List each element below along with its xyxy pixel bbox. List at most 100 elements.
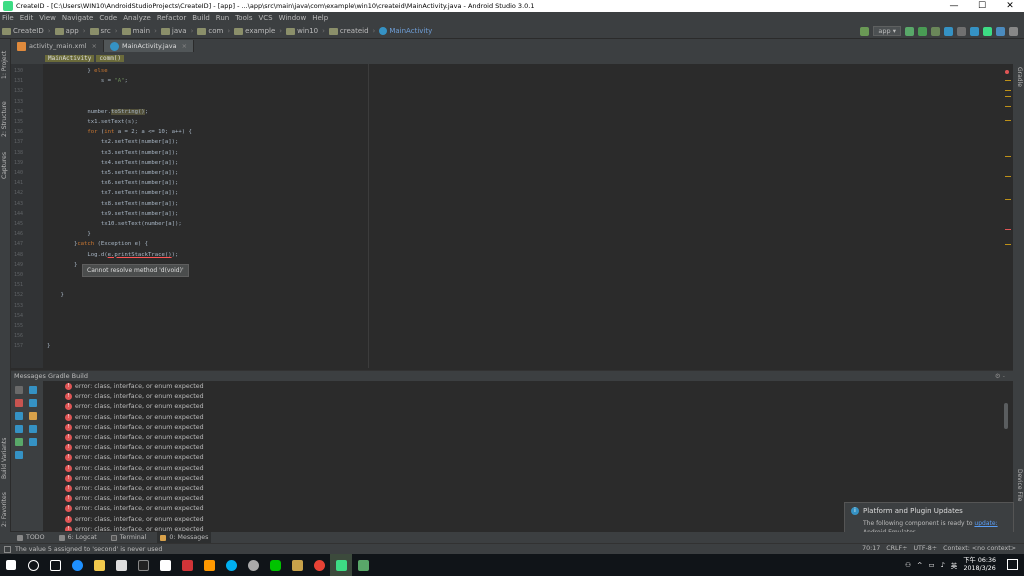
warning-mark[interactable]: [1005, 244, 1011, 245]
tab-terminal[interactable]: Terminal: [108, 532, 150, 543]
start-button[interactable]: [0, 554, 22, 576]
line-number[interactable]: 137: [14, 139, 23, 145]
search-icon[interactable]: [1009, 26, 1018, 36]
menu-view[interactable]: View: [39, 14, 56, 22]
tab-messages[interactable]: 0: Messages: [157, 532, 212, 543]
make-project-icon[interactable]: [860, 26, 870, 36]
crumb-java[interactable]: java ›: [160, 27, 193, 35]
line-number[interactable]: 135: [14, 119, 23, 125]
line-number[interactable]: 133: [14, 99, 23, 105]
run-configuration-select[interactable]: app ▾: [873, 26, 901, 36]
line-number[interactable]: 130: [14, 68, 23, 74]
menu-file[interactable]: File: [2, 14, 14, 22]
line-number[interactable]: 141: [14, 180, 23, 186]
taskbar-sublime[interactable]: [198, 554, 220, 576]
error-indicator-icon[interactable]: [1005, 70, 1009, 74]
menu-help[interactable]: Help: [312, 14, 328, 22]
message-row[interactable]: ! error: class, interface, or enum expect…: [65, 495, 204, 503]
taskbar-chrome[interactable]: [308, 554, 330, 576]
task-view-button[interactable]: [44, 554, 66, 576]
close-button[interactable]: ✕: [996, 1, 1024, 11]
menu-analyze[interactable]: Analyze: [123, 14, 151, 22]
line-number[interactable]: 157: [14, 343, 23, 349]
crumb-mainactivity[interactable]: MainActivity: [379, 27, 432, 35]
close-icon[interactable]: ×: [182, 42, 187, 50]
line-number[interactable]: 136: [14, 129, 23, 135]
taskbar-edge[interactable]: [66, 554, 88, 576]
line-number[interactable]: 154: [14, 313, 23, 319]
warning-mark[interactable]: [1005, 80, 1011, 81]
message-row[interactable]: ! error: class, interface, or enum expect…: [65, 525, 204, 531]
message-row[interactable]: ! error: class, interface, or enum expect…: [65, 423, 204, 431]
arrow-down-icon[interactable]: [15, 425, 23, 433]
tool-tab-device-file[interactable]: Device File: [1016, 469, 1023, 501]
message-row[interactable]: ! error: class, interface, or enum expect…: [65, 474, 204, 482]
tab-todo[interactable]: TODO: [14, 532, 48, 543]
line-separator[interactable]: CRLF÷: [886, 545, 907, 552]
stop-icon[interactable]: [15, 399, 23, 407]
taskbar-line[interactable]: [264, 554, 286, 576]
tool-tab-project[interactable]: 1: Project: [1, 51, 8, 79]
line-number[interactable]: 139: [14, 160, 23, 166]
message-row[interactable]: ! error: class, interface, or enum expect…: [65, 444, 204, 452]
context-indicator[interactable]: Context: <no context>: [943, 545, 1016, 552]
menu-edit[interactable]: Edit: [20, 14, 34, 22]
tool-tab-favorites[interactable]: 2: Favorites: [1, 492, 8, 527]
line-number[interactable]: 150: [14, 272, 23, 278]
line-number[interactable]: 145: [14, 221, 23, 227]
crumb-example[interactable]: example ›: [234, 27, 282, 35]
menu-vcs[interactable]: VCS: [258, 14, 272, 22]
menu-refactor[interactable]: Refactor: [157, 14, 186, 22]
file-encoding[interactable]: UTF-8÷: [913, 545, 937, 552]
notification-center-icon[interactable]: [1007, 559, 1018, 570]
filter-icon[interactable]: [29, 438, 37, 446]
message-row[interactable]: ! error: class, interface, or enum expect…: [65, 413, 204, 421]
line-number[interactable]: 138: [14, 150, 23, 156]
caret-position[interactable]: 70:17: [862, 545, 880, 552]
expand-all-icon[interactable]: [29, 386, 37, 394]
warning-mark[interactable]: [1005, 90, 1011, 91]
tool-windows-icon[interactable]: [4, 545, 11, 553]
ime-indicator[interactable]: 英: [951, 560, 958, 570]
minimize-button[interactable]: —: [940, 1, 968, 11]
stop-icon[interactable]: [957, 26, 966, 36]
line-number[interactable]: 142: [14, 190, 23, 196]
message-row[interactable]: ! error: class, interface, or enum expect…: [65, 515, 204, 523]
menu-run[interactable]: Run: [216, 14, 229, 22]
line-number[interactable]: 152: [14, 292, 23, 298]
export-icon[interactable]: [29, 412, 37, 420]
people-icon[interactable]: ⚇: [905, 561, 911, 569]
error-stripe[interactable]: [1003, 64, 1013, 368]
menu-navigate[interactable]: Navigate: [62, 14, 93, 22]
search-button[interactable]: [22, 554, 44, 576]
crumb-src[interactable]: src ›: [89, 27, 118, 35]
menu-window[interactable]: Window: [279, 14, 307, 22]
instant-run-icon[interactable]: [944, 26, 953, 36]
warning-mark[interactable]: [1005, 106, 1011, 107]
taskbar-skype[interactable]: [220, 554, 242, 576]
message-row[interactable]: ! error: class, interface, or enum expect…: [65, 393, 204, 401]
tray-chevron-icon[interactable]: ^: [917, 561, 922, 569]
warning-mark[interactable]: [1005, 176, 1011, 177]
taskbar-terminal[interactable]: [132, 554, 154, 576]
crumb-main[interactable]: main ›: [121, 27, 157, 35]
line-number[interactable]: 155: [14, 323, 23, 329]
collapse-all-icon[interactable]: [29, 399, 37, 407]
line-number[interactable]: 143: [14, 201, 23, 207]
tool-tab-structure[interactable]: 2: Structure: [1, 101, 8, 137]
close-icon[interactable]: ×: [92, 42, 97, 50]
line-number[interactable]: 148: [14, 252, 23, 258]
network-icon[interactable]: ▭: [928, 561, 934, 569]
menu-code[interactable]: Code: [99, 14, 117, 22]
line-number[interactable]: 134: [14, 109, 23, 115]
sdk-manager-icon[interactable]: [996, 26, 1005, 36]
tool-tab-build-variants[interactable]: Build Variants: [1, 438, 8, 479]
message-row[interactable]: ! error: class, interface, or enum expect…: [65, 454, 204, 462]
crumb-app[interactable]: app ›: [54, 27, 86, 35]
taskbar-app-red[interactable]: [176, 554, 198, 576]
profile-icon[interactable]: [931, 26, 940, 36]
line-number[interactable]: 144: [14, 211, 23, 217]
crumb-com[interactable]: com ›: [197, 27, 230, 35]
line-number[interactable]: 140: [14, 170, 23, 176]
crumb-win10[interactable]: win10 ›: [286, 27, 325, 35]
